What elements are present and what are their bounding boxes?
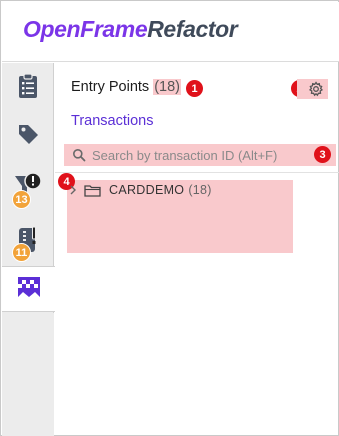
- search-input[interactable]: [92, 147, 324, 163]
- tree-item-label: CARDDEMO: [109, 183, 185, 197]
- panel-title-count: (18): [153, 79, 181, 95]
- zipper-alert-icon: 11: [12, 225, 43, 262]
- activity-issues-button[interactable]: 13: [2, 167, 54, 213]
- tree-item-count: (18): [188, 183, 212, 197]
- app-header: OpenFrameRefactor: [2, 2, 339, 62]
- activity-bar-filler: [2, 313, 54, 436]
- callout-marker-1: 1: [186, 80, 203, 97]
- search-box: [64, 144, 336, 166]
- entry-points-panel: Entry Points (18) 1 2 Transactions: [55, 63, 339, 436]
- app-window: OpenFrameRefactor 13 11 Entry Points (18…: [0, 0, 339, 436]
- app-logo: OpenFrameRefactor: [23, 16, 238, 43]
- panel-title: Entry Points (18): [71, 79, 181, 95]
- logo-part-openframe: OpenFrame: [23, 16, 148, 42]
- clipboard-list-icon: [17, 72, 39, 104]
- activity-entry-points-button[interactable]: [2, 266, 55, 312]
- settings-button[interactable]: [297, 79, 328, 99]
- activity-bar: 13 11: [2, 63, 55, 436]
- activity-warnings-button[interactable]: 11: [2, 220, 54, 266]
- issues-count-badge: 13: [12, 190, 31, 209]
- panel-title-text: Entry Points: [71, 79, 150, 95]
- tab-transactions[interactable]: Transactions: [71, 113, 153, 129]
- panel-divider: [55, 172, 339, 173]
- warnings-count-badge: 11: [12, 243, 31, 262]
- activity-clipboard-button[interactable]: [2, 65, 54, 111]
- checkered-flag-icon: [16, 275, 42, 304]
- tag-icon: [16, 122, 40, 151]
- search-icon: [72, 148, 86, 162]
- tree-item-carddemo[interactable]: CARDDEMO (18): [69, 181, 212, 199]
- logo-part-refactor: Refactor: [147, 16, 238, 42]
- activity-tag-button[interactable]: [2, 113, 54, 159]
- funnel-alert-icon: 13: [12, 172, 43, 209]
- folder-icon: [84, 184, 101, 197]
- chevron-right-icon[interactable]: [69, 185, 81, 195]
- callout-marker-3: 3: [314, 146, 331, 163]
- gear-icon: [308, 81, 324, 102]
